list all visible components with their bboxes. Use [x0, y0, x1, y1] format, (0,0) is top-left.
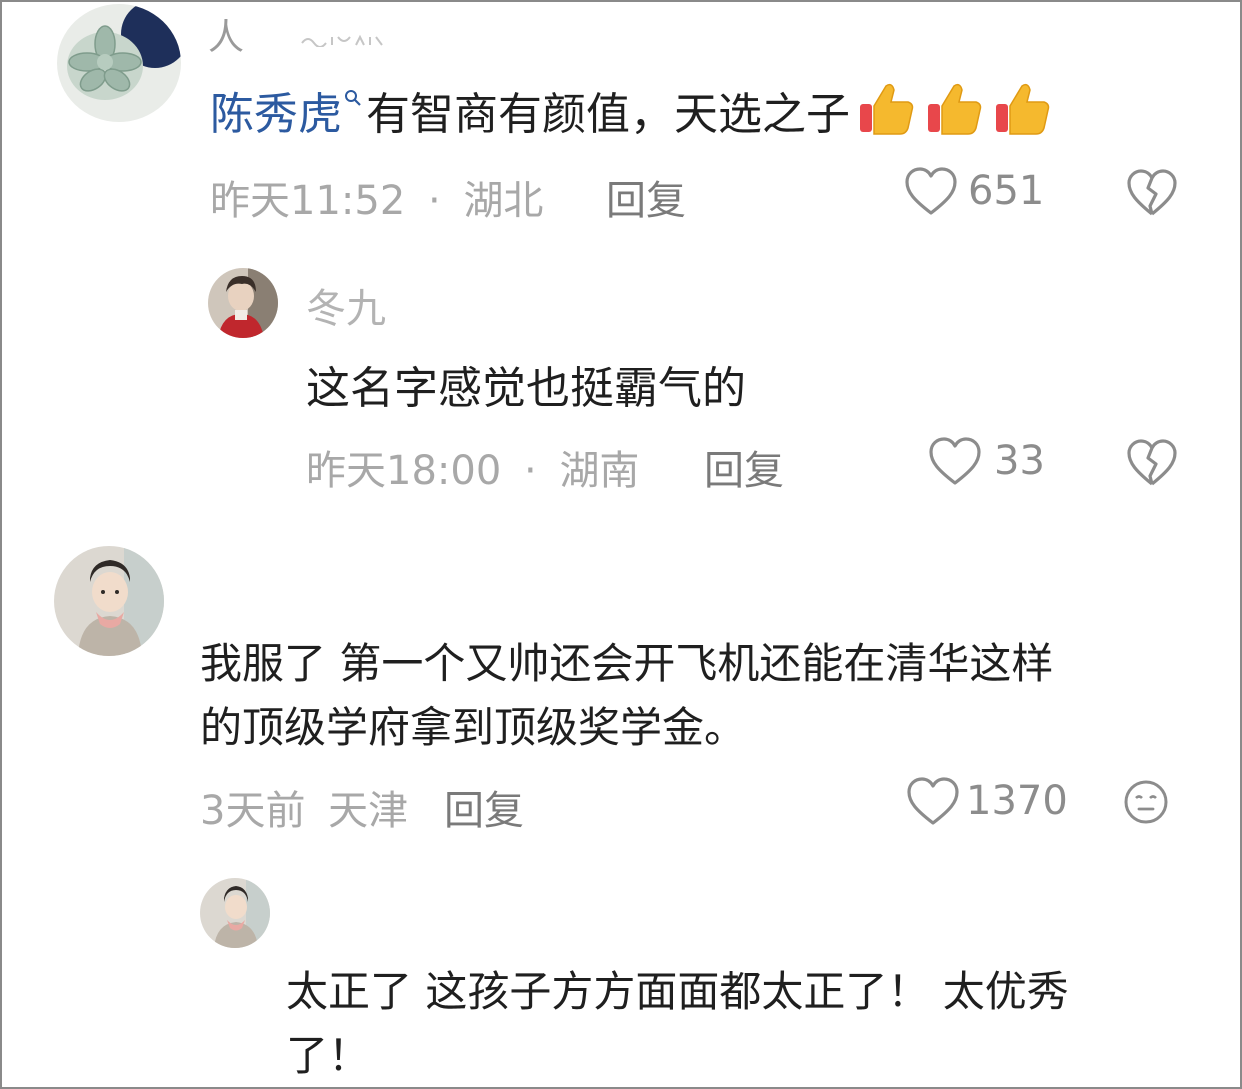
thumbs-up-icon [924, 78, 984, 142]
broken-heart-icon[interactable] [1126, 438, 1178, 488]
reply-button[interactable]: 回复 [704, 438, 784, 496]
comment-meta: 昨天11:52 · 湖北 [210, 168, 543, 226]
like-count: 651 [968, 168, 1045, 214]
avatar-person-image [208, 268, 278, 338]
comment-location: 湖北 [463, 178, 544, 224]
comment-location: 天津 [328, 788, 409, 834]
reply-button[interactable]: 回复 [606, 168, 686, 226]
comment-text-line-2: 了！ [286, 1031, 371, 1080]
comment-list: 人 陈秀虎 有智商有颜值，天选之子 昨天11:52 · 湖北 回复 651 冬九… [0, 0, 1242, 1089]
thumbs-up-icon [992, 78, 1052, 142]
like-count: 33 [994, 438, 1045, 484]
avatar[interactable] [208, 268, 278, 338]
comment-author-name[interactable]: 冬九 [306, 276, 386, 334]
avatar-succulent-image [57, 4, 181, 122]
comment-location: 湖南 [559, 448, 640, 494]
comment-text: 有智商有颜值，天选之子 [366, 89, 850, 140]
avatar[interactable] [57, 4, 181, 122]
comment-text-line-2: 的顶级学府拿到顶级奖学金。 [200, 703, 747, 752]
thumbs-up-emoji-group [856, 78, 1052, 142]
comment-text-line-1: 太正了 这孩子方方面面都太正了！ 太优秀 [286, 967, 1069, 1016]
avatar[interactable] [200, 878, 270, 948]
comment-time: 3天前 [200, 788, 306, 834]
mention-link[interactable]: 陈秀虎 [210, 78, 342, 142]
like-count: 1370 [966, 778, 1068, 824]
comment-meta: 3天前 天津 [200, 778, 408, 836]
comment-text-line-1: 我服了 第一个又帅还会开飞机还能在清华这样 [200, 639, 1054, 688]
comment-time: 昨天18:00 [306, 448, 502, 494]
comment-meta: 昨天18:00 · 湖南 [306, 438, 639, 496]
comment-text: 这名字感觉也挺霸气的 [306, 363, 746, 414]
reply-button[interactable]: 回复 [444, 778, 524, 836]
like-heart-icon[interactable] [904, 166, 958, 218]
meh-face-icon[interactable] [1122, 778, 1170, 826]
broken-heart-icon[interactable] [1126, 168, 1178, 218]
comment-author-name[interactable]: 人 [208, 8, 244, 60]
comment-body: 陈秀虎 有智商有颜值，天选之子 [210, 80, 1052, 140]
avatar-baby-image [200, 878, 270, 948]
like-heart-icon[interactable] [906, 776, 960, 828]
meta-separator: · [428, 178, 441, 224]
meta-separator: · [524, 448, 537, 494]
search-icon [344, 89, 362, 107]
avatar[interactable] [54, 546, 164, 656]
author-name-faded-text [300, 32, 384, 48]
like-heart-icon[interactable] [928, 436, 982, 488]
comment-time: 昨天11:52 [210, 178, 406, 224]
thumbs-up-icon [856, 78, 916, 142]
avatar-baby-image [54, 546, 164, 656]
